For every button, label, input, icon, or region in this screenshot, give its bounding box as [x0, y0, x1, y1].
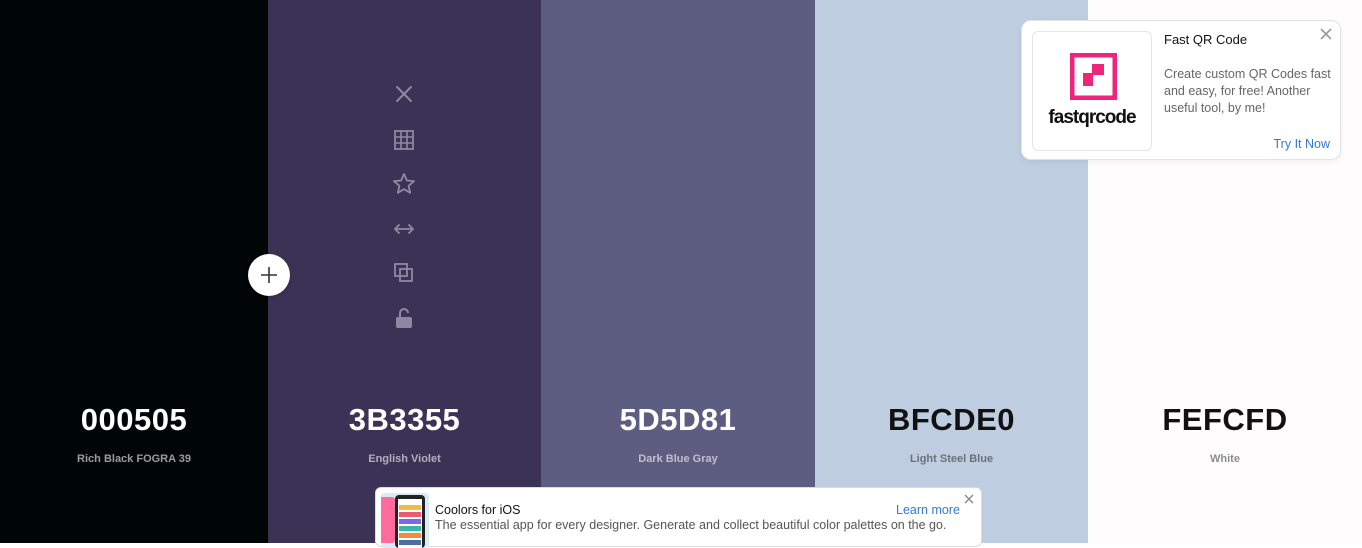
color-name[interactable]: Light Steel Blue — [815, 453, 1088, 465]
close-icon[interactable] — [1320, 28, 1332, 40]
phone-icon — [381, 495, 425, 548]
arrows-horizontal-icon[interactable] — [389, 214, 419, 244]
banner-description: The essential app for every designer. Ge… — [435, 518, 947, 532]
copy-icon[interactable] — [389, 258, 419, 288]
learn-more-link[interactable]: Learn more — [896, 503, 960, 517]
unlock-icon[interactable] — [389, 303, 419, 333]
hex-code[interactable]: BFCDE0 — [815, 402, 1088, 438]
color-name[interactable]: Rich Black FOGRA 39 — [0, 453, 268, 465]
color-name[interactable]: Dark Blue Gray — [541, 453, 815, 465]
close-icon[interactable] — [389, 80, 419, 110]
close-icon[interactable] — [964, 494, 974, 504]
hex-code[interactable]: 000505 — [0, 402, 268, 438]
banner-title: Coolors for iOS — [435, 503, 521, 517]
hex-code[interactable]: FEFCFD — [1088, 402, 1362, 438]
add-color-button[interactable] — [248, 254, 290, 296]
color-swatch-1[interactable]: 000505 Rich Black FOGRA 39 — [0, 0, 268, 543]
logo-text: fastqrcode — [1048, 107, 1136, 128]
grid-icon[interactable] — [389, 125, 419, 155]
sponsor-card: fastqrcode Fast QR Code Create custom QR… — [1021, 20, 1341, 160]
try-it-now-link[interactable]: Try It Now — [1274, 137, 1330, 151]
swatch-toolbar — [389, 80, 419, 348]
color-swatch-2[interactable]: 3B3355 English Violet — [268, 0, 541, 543]
ios-app-banner: Coolors for iOS The essential app for ev… — [375, 487, 982, 548]
fastqrcode-logo[interactable]: fastqrcode — [1032, 31, 1152, 151]
app-thumbnail[interactable] — [381, 493, 429, 548]
plus-icon — [261, 267, 277, 283]
color-swatch-3[interactable]: 5D5D81 Dark Blue Gray — [541, 0, 815, 543]
color-name[interactable]: English Violet — [268, 453, 541, 465]
color-name[interactable]: White — [1088, 453, 1362, 465]
ad-title: Fast QR Code — [1164, 32, 1248, 47]
star-icon[interactable] — [389, 169, 419, 199]
qr-logo-icon — [1070, 53, 1117, 100]
hex-code[interactable]: 5D5D81 — [541, 402, 815, 438]
ad-description: Create custom QR Codes fast and easy, fo… — [1164, 67, 1331, 115]
hex-code[interactable]: 3B3355 — [268, 402, 541, 438]
